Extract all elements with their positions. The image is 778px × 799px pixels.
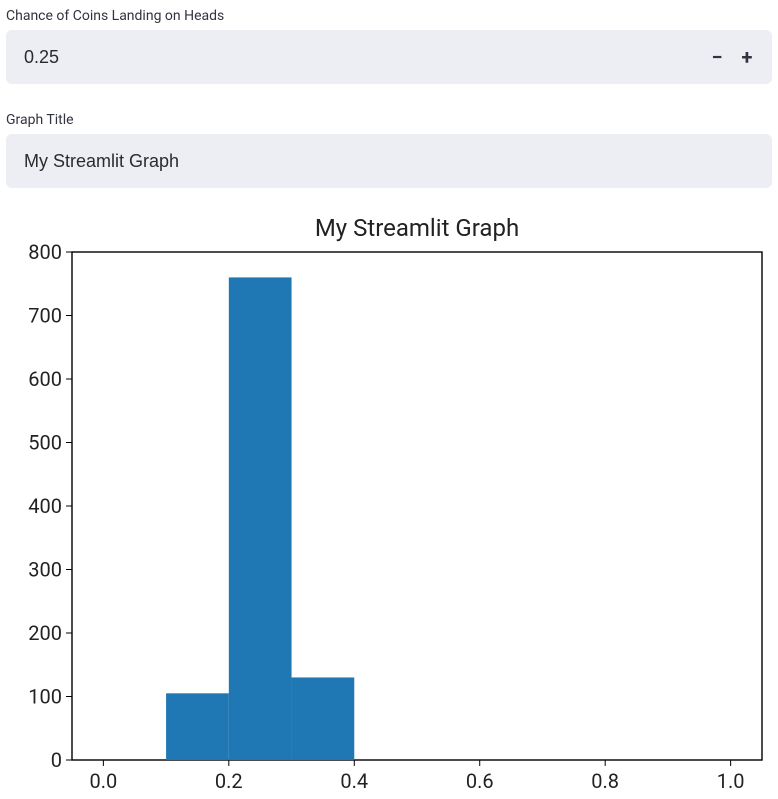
xtick-label: 0.0 xyxy=(89,769,117,792)
histogram-chart: My Streamlit Graph 0 100 200 300 400 500 600 700… xyxy=(2,212,776,792)
xtick-label: 0.8 xyxy=(591,769,619,792)
histogram-bar xyxy=(229,277,292,760)
ytick-label: 100 xyxy=(28,685,62,709)
ytick-label: 300 xyxy=(28,558,62,582)
ytick-label: 400 xyxy=(28,494,62,518)
plot-area xyxy=(72,252,762,760)
chance-value[interactable] xyxy=(16,47,702,68)
chance-number-input[interactable]: − + xyxy=(6,30,772,84)
plus-icon[interactable]: + xyxy=(732,42,762,72)
ytick-label: 800 xyxy=(28,240,62,264)
ytick-label: 600 xyxy=(28,367,62,391)
histogram-bar xyxy=(166,693,229,760)
xtick-label: 0.2 xyxy=(215,769,243,792)
xtick-label: 0.6 xyxy=(466,769,494,792)
ytick-label: 0 xyxy=(51,748,62,772)
graph-title-field[interactable] xyxy=(24,151,754,172)
minus-icon[interactable]: − xyxy=(702,42,732,72)
ytick-label: 200 xyxy=(28,621,62,645)
xtick-label: 1.0 xyxy=(717,769,745,792)
graph-title-label: Graph Title xyxy=(6,112,776,128)
graph-title-input[interactable] xyxy=(6,134,772,188)
ytick-label: 500 xyxy=(28,431,62,455)
xtick-label: 0.4 xyxy=(340,769,368,792)
chart-title: My Streamlit Graph xyxy=(315,214,519,242)
chart-svg: My Streamlit Graph 0 100 200 300 400 500 600 700… xyxy=(6,212,776,792)
histogram-bar xyxy=(292,677,355,760)
ytick-label: 700 xyxy=(28,304,62,328)
chance-label: Chance of Coins Landing on Heads xyxy=(6,8,776,24)
